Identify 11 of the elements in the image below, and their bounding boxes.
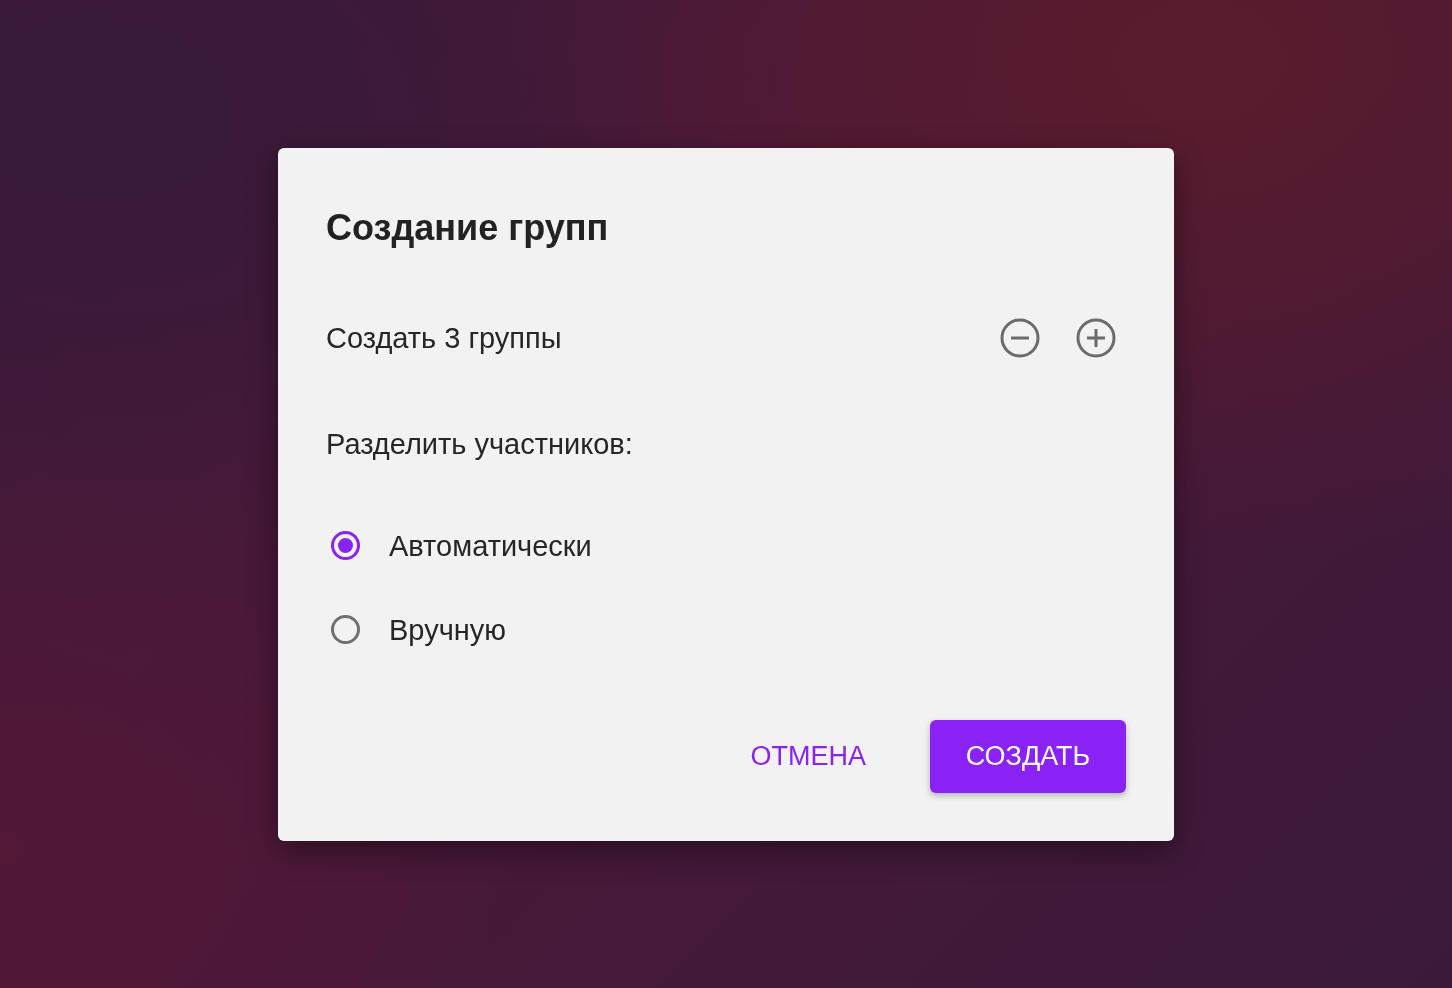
minus-icon[interactable] [1000, 317, 1040, 358]
create-button[interactable]: СОЗДАТЬ [930, 719, 1126, 793]
plus-icon[interactable] [1076, 317, 1116, 358]
dialog-title: Создание групп [326, 205, 610, 250]
radio-label[interactable]: Вручную [389, 611, 507, 648]
cancel-button[interactable]: ОТМЕНА [730, 722, 886, 790]
radio-button[interactable] [331, 615, 360, 644]
radio-button[interactable] [331, 531, 360, 560]
split-label: Разделить участников: [326, 426, 633, 462]
radio-label[interactable]: Автоматически [389, 527, 592, 564]
group-count-label: Создать 3 группы [326, 320, 562, 356]
